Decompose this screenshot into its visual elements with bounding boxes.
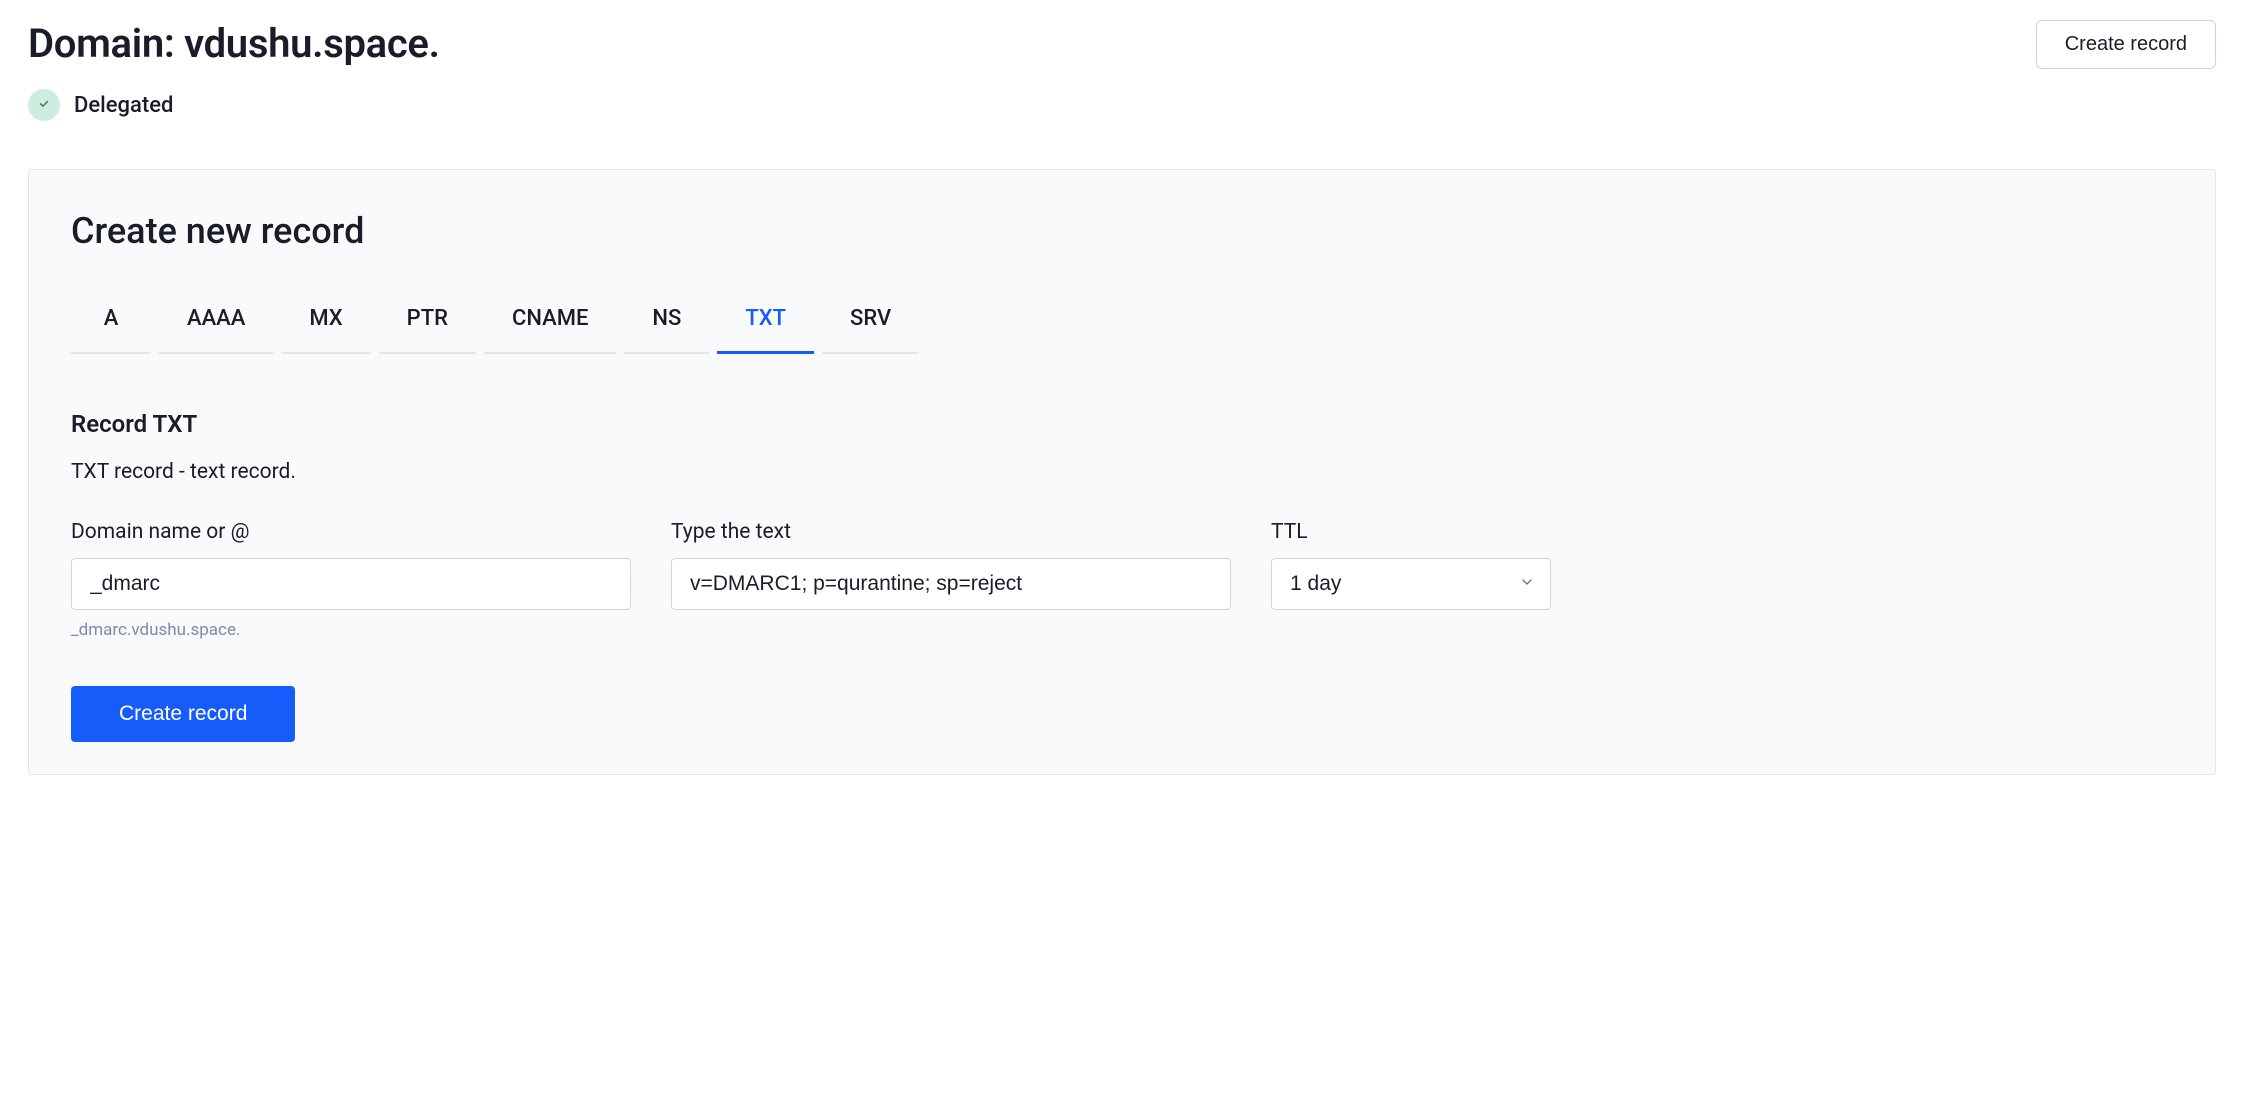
delegation-status: Delegated [28, 89, 2216, 121]
ttl-label: TTL [1271, 520, 1551, 544]
check-icon [28, 89, 60, 121]
tab-cname[interactable]: CNAME [484, 296, 616, 354]
page-title: Domain: vdushu.space. [28, 20, 440, 67]
tab-mx[interactable]: MX [281, 296, 370, 354]
panel-title: Create new record [71, 210, 2173, 252]
domain-name-input[interactable] [71, 558, 631, 610]
tab-ptr[interactable]: PTR [379, 296, 476, 354]
tab-ns[interactable]: NS [624, 296, 709, 354]
record-type-heading: Record TXT [71, 410, 2173, 438]
status-text: Delegated [74, 93, 173, 118]
record-type-tabs: A AAAA MX PTR CNAME NS TXT SRV [71, 296, 2173, 354]
tab-a[interactable]: A [71, 296, 151, 354]
tab-srv[interactable]: SRV [822, 296, 919, 354]
domain-name-label: Domain name or @ [71, 520, 631, 544]
ttl-select[interactable] [1271, 558, 1551, 610]
tab-txt[interactable]: TXT [717, 296, 814, 354]
create-record-submit-button[interactable]: Create record [71, 686, 295, 742]
create-record-panel: Create new record A AAAA MX PTR CNAME NS… [28, 169, 2216, 775]
text-value-label: Type the text [671, 520, 1231, 544]
create-record-button-top[interactable]: Create record [2036, 20, 2216, 69]
text-value-input[interactable] [671, 558, 1231, 610]
domain-name-helper: _dmarc.vdushu.space. [71, 620, 631, 640]
record-type-description: TXT record - text record. [71, 460, 2173, 484]
tab-aaaa[interactable]: AAAA [159, 296, 273, 354]
